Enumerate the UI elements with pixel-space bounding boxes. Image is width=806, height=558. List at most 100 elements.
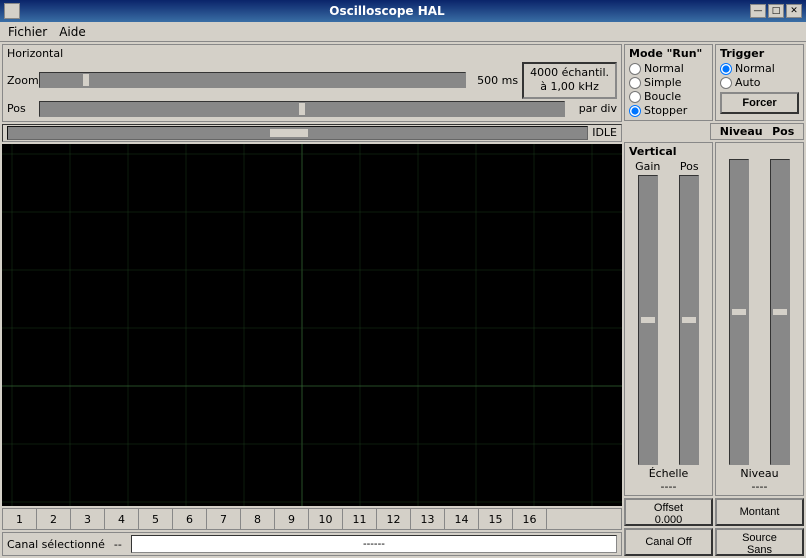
window-controls: — □ ✕ [750,4,802,18]
maximize-button[interactable]: □ [768,4,784,18]
per-div: par div [569,102,617,115]
canal-off-button[interactable]: Canal Off [624,528,713,556]
osc-grid [2,144,622,506]
channel-tab-4[interactable]: 4 [105,509,139,529]
vertical-section: Vertical Gain Pos Échelle ---- [624,142,713,496]
trig-normal-radio[interactable] [720,63,732,75]
trig-auto-radio[interactable] [720,77,732,89]
scroll-thumb[interactable] [269,128,309,138]
mode-stopper-radio[interactable] [629,105,641,117]
horizontal-section: Horizontal Zoom 500 ms 4000 échantil. à … [2,44,622,122]
channel-tab-16[interactable]: 16 [513,509,547,529]
channel-tab-11[interactable]: 11 [343,509,377,529]
trig-spacer [720,145,799,159]
gain-slider[interactable] [638,175,658,465]
channel-tab-13[interactable]: 13 [411,509,445,529]
channel-tab-8[interactable]: 8 [241,509,275,529]
offset-button[interactable]: Offset 0.000 [624,498,713,526]
pos-col: Pos [671,160,709,465]
right-panel: Mode "Run" Normal Simple Boucle Stopper [624,44,804,556]
echelle-title: Échelle [629,467,708,480]
niveau-bottom-val: ---- [720,480,799,493]
niveau-label: Niveau [720,125,763,138]
pos-slider[interactable] [39,101,565,117]
canal-selectionne-label: Canal sélectionné [7,538,105,551]
status-bar: IDLE [2,124,622,142]
pos-label: Pos [772,125,794,138]
menu-aide[interactable]: Aide [53,23,92,41]
source-val: Sans [721,544,798,556]
zoom-label: Zoom [7,74,35,87]
window-title: Oscilloscope HAL [24,4,750,18]
trig-normal-row: Normal [720,62,799,75]
source-button[interactable]: Source Sans [715,528,804,556]
vertical-title: Vertical [629,145,708,158]
mode-boucle-radio[interactable] [629,91,641,103]
mode-normal-row: Normal [629,62,708,75]
trig-pos-col [762,159,800,465]
top-right: Mode "Run" Normal Simple Boucle Stopper [624,44,804,121]
horizontal-title: Horizontal [7,47,617,60]
left-panel: Horizontal Zoom 500 ms 4000 échantil. à … [2,44,622,556]
offset-val: 0.000 [630,514,707,526]
zoom-slider[interactable] [39,72,466,88]
montant-button[interactable]: Montant [715,498,804,526]
bottom-buttons: Offset 0.000 Canal Off Montant Source Sa… [624,498,804,556]
channel-tab-9[interactable]: 9 [275,509,309,529]
trig-niveau-slider[interactable] [729,159,749,465]
time-div: 500 ms [470,74,518,87]
channel-tab-12[interactable]: 12 [377,509,411,529]
trig-auto-label: Auto [735,76,761,89]
trigger-title: Trigger [720,47,799,60]
channel-tab-14[interactable]: 14 [445,509,479,529]
source-label: Source [721,532,798,544]
echelle-val: ---- [629,480,708,493]
pos-row: Pos par div [7,101,617,117]
pos-v-label: Pos [680,160,699,173]
channel-tab-2[interactable]: 2 [37,509,71,529]
main-content: Horizontal Zoom 500 ms 4000 échantil. à … [0,42,806,558]
mode-stopper-row: Stopper [629,104,708,117]
mode-boucle-label: Boucle [644,90,681,103]
bottom-left-btns: Offset 0.000 Canal Off [624,498,713,556]
sample-label: 4000 échantil. [530,66,609,80]
offset-label: Offset [630,502,707,514]
mode-normal-label: Normal [644,62,684,75]
mode-run-section: Mode "Run" Normal Simple Boucle Stopper [624,44,713,121]
channel-tab-15[interactable]: 15 [479,509,513,529]
minimize-button[interactable]: — [750,4,766,18]
channel-tab-3[interactable]: 3 [71,509,105,529]
mode-normal-radio[interactable] [629,63,641,75]
spacer-left [624,123,708,140]
channel-tab-1[interactable]: 1 [3,509,37,529]
force-button[interactable]: Forcer [720,92,799,114]
app-icon [4,3,20,19]
pos-label: Pos [7,102,35,115]
mode-simple-row: Simple [629,76,708,89]
channel-value-input[interactable] [131,535,617,553]
channel-tab-7[interactable]: 7 [207,509,241,529]
gain-label: Gain [635,160,660,173]
zoom-row: Zoom 500 ms 4000 échantil. à 1,00 kHz [7,62,617,99]
channel-tab-10[interactable]: 10 [309,509,343,529]
channel-tab-6[interactable]: 6 [173,509,207,529]
niveau-bottom-label: Niveau [720,467,799,480]
close-button[interactable]: ✕ [786,4,802,18]
trig-auto-row: Auto [720,76,799,89]
pos-v-slider[interactable] [679,175,699,465]
mode-stopper-label: Stopper [644,104,687,117]
menu-fichier[interactable]: Fichier [2,23,53,41]
trig-pos-slider[interactable] [770,159,790,465]
status-text: IDLE [592,126,617,139]
vertical-sliders: Gain Pos [629,160,708,465]
channel-tab-5[interactable]: 5 [139,509,173,529]
sliders-area: Vertical Gain Pos Échelle ---- [624,142,804,496]
selected-channel-bar: Canal sélectionné -- [2,532,622,556]
trig-sliders [720,159,799,465]
scroll-track[interactable] [7,126,588,140]
sample-freq: à 1,00 kHz [530,80,609,94]
gain-col: Gain [629,160,667,465]
mode-simple-radio[interactable] [629,77,641,89]
mode-simple-label: Simple [644,76,682,89]
sample-box: 4000 échantil. à 1,00 kHz [522,62,617,99]
